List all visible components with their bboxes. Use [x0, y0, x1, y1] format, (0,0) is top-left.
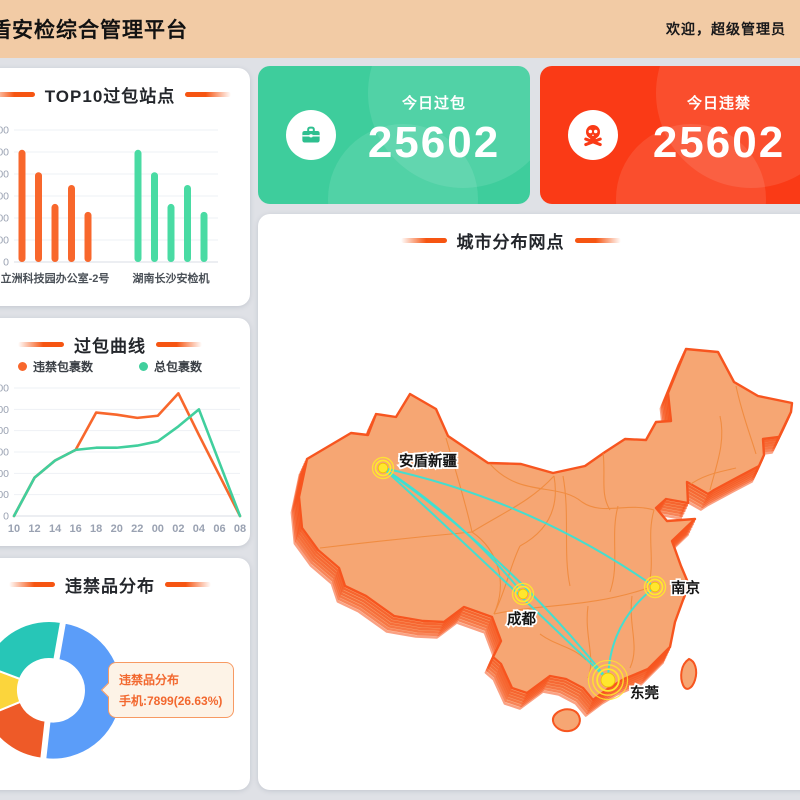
- svg-text:3000: 3000: [0, 447, 9, 459]
- panel-city-network-map: 城市分布网点 安盾新疆成都南京东莞: [258, 214, 800, 790]
- package-line-chart[interactable]: 0 1000 2000 3000 4000 5000 6000 10 12 14 16 18 20 22 0…: [0, 378, 250, 544]
- panel-package-curve: 过包曲线 违禁包裹数 总包裹数 010002000300040005000600…: [0, 318, 250, 546]
- legend-dot-icon: [18, 362, 27, 371]
- svg-text:5000: 5000: [0, 404, 9, 416]
- bar[interactable]: [151, 172, 158, 262]
- title-dash-left-icon: [0, 92, 35, 97]
- bar[interactable]: [68, 185, 75, 262]
- bar[interactable]: [19, 150, 26, 262]
- page-title: 盾安检综合管理平台: [0, 14, 188, 44]
- svg-text:1000: 1000: [0, 489, 9, 501]
- svg-text:2000: 2000: [0, 468, 9, 480]
- china-map[interactable]: 安盾新疆成都 南京东莞: [258, 214, 800, 790]
- svg-text:1000: 1000: [0, 235, 9, 247]
- app-header: 盾安检综合管理平台 欢迎，超级管理员: [0, 0, 800, 58]
- svg-text:00: 00: [152, 523, 164, 535]
- svg-text:10: 10: [8, 523, 20, 535]
- svg-text:立洲科技园办公室-2号: 立洲科技园办公室-2号: [1, 271, 110, 285]
- bar[interactable]: [35, 172, 42, 262]
- svg-text:4000: 4000: [0, 169, 9, 181]
- title-clipped-char: 盾: [0, 14, 12, 44]
- svg-text:06: 06: [213, 523, 225, 535]
- svg-text:08: 08: [234, 523, 246, 535]
- stat-card-value: 25602: [348, 118, 520, 168]
- line-chart-legend: 违禁包裹数 总包裹数: [0, 358, 250, 375]
- legend-item-forbidden[interactable]: 违禁包裹数: [18, 358, 93, 375]
- panel-title: TOP10过包站点: [0, 68, 250, 107]
- line-series[interactable]: [14, 409, 240, 516]
- donut-segment[interactable]: [0, 702, 46, 759]
- tooltip-value: 手机:7899(26.63%): [119, 692, 223, 709]
- city-label: 安盾新疆: [399, 452, 457, 470]
- svg-text:12: 12: [28, 523, 40, 535]
- svg-text:湖南长沙安检机: 湖南长沙安检机: [133, 271, 210, 285]
- legend-dot-icon: [139, 362, 148, 371]
- city-label: 成都: [507, 610, 536, 628]
- taiwan-island[interactable]: [681, 659, 696, 689]
- bar[interactable]: [135, 150, 142, 262]
- svg-text:04: 04: [193, 523, 206, 535]
- panel-top10-stations: TOP10过包站点 0 1000 2000 3000 4000 5000 6000 立洲科技园…: [0, 68, 250, 306]
- svg-text:0: 0: [3, 257, 9, 269]
- hainan-island[interactable]: [553, 709, 580, 731]
- svg-text:0: 0: [3, 511, 9, 523]
- bar[interactable]: [52, 204, 59, 262]
- donut-tooltip: 违禁品分布 手机:7899(26.63%): [108, 662, 234, 718]
- line-series[interactable]: [14, 393, 240, 516]
- panel-title-text: TOP10过包站点: [45, 82, 176, 107]
- svg-text:3000: 3000: [0, 191, 9, 203]
- panel-title: 过包曲线: [0, 318, 250, 357]
- welcome-user-text: 欢迎，超级管理员: [666, 19, 786, 39]
- donut-segment[interactable]: [0, 621, 61, 679]
- top10-bar-chart[interactable]: 0 1000 2000 3000 4000 5000 6000 立洲科技园办公室-2号 湖南长沙…: [0, 114, 250, 300]
- app-root: { "header": { "title_partial": "盾", "tit…: [0, 0, 800, 800]
- stat-card-label: 今日违禁: [630, 92, 800, 113]
- svg-text:5000: 5000: [0, 147, 9, 159]
- svg-text:4000: 4000: [0, 425, 9, 437]
- tooltip-title: 违禁品分布: [119, 671, 223, 688]
- stat-card-today-pass: 今日过包 25602: [258, 66, 530, 204]
- city-label: 东莞: [630, 684, 659, 702]
- svg-text:02: 02: [172, 523, 184, 535]
- svg-text:18: 18: [90, 523, 102, 535]
- skull-icon: [568, 110, 618, 160]
- stat-card-label: 今日过包: [348, 92, 520, 113]
- title-dash-right-icon: [156, 342, 202, 347]
- panel-title-text: 过包曲线: [74, 332, 146, 357]
- panel-forbidden-distribution: 违禁品分布 违禁品分布 手机:7899(26.63%): [0, 558, 250, 790]
- title-dash-left-icon: [18, 342, 64, 347]
- svg-text:22: 22: [131, 523, 143, 535]
- stat-card-value: 25602: [630, 118, 800, 168]
- city-label: 南京: [671, 579, 700, 597]
- svg-text:2000: 2000: [0, 213, 9, 225]
- bar[interactable]: [168, 204, 175, 262]
- svg-text:14: 14: [49, 523, 62, 535]
- svg-text:20: 20: [111, 523, 123, 535]
- legend-item-total[interactable]: 总包裹数: [139, 358, 202, 375]
- svg-text:6000: 6000: [0, 125, 9, 137]
- svg-text:16: 16: [70, 523, 82, 535]
- stat-card-today-forbidden: 今日违禁 25602: [540, 66, 800, 204]
- briefcase-icon: [286, 110, 336, 160]
- bar[interactable]: [85, 212, 92, 262]
- title-dash-right-icon: [185, 92, 231, 97]
- svg-text:6000: 6000: [0, 383, 9, 395]
- bar[interactable]: [201, 212, 208, 262]
- bar[interactable]: [184, 185, 191, 262]
